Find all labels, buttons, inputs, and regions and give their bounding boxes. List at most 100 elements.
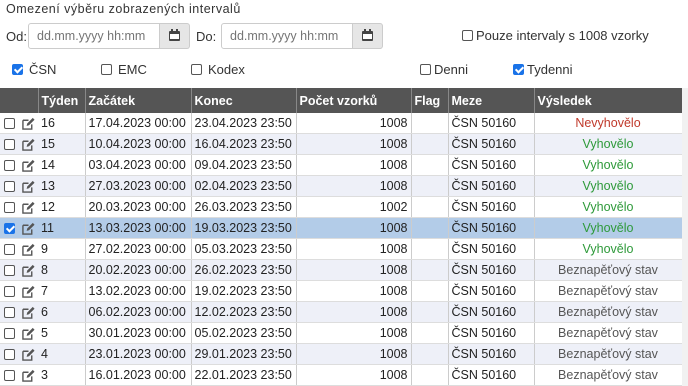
edit-icon[interactable] [21,284,35,298]
option-check[interactable] [191,64,202,75]
row-checkbox[interactable] [4,181,15,193]
cell-end: 16.04.2023 23:50 [191,133,297,155]
cell-result: Vyhovělo [534,133,683,155]
option-emc[interactable]: EMC [101,62,147,77]
row-checkbox[interactable] [4,202,15,214]
only-full-check[interactable] [462,30,473,41]
row-select-cell [0,175,18,197]
edit-icon[interactable] [21,263,35,277]
cell-end: 23.04.2023 23:50 [191,113,297,134]
cell-limit: ČSN 50160 [448,217,535,239]
cell-end: 19.02.2023 23:50 [191,280,297,302]
from-datetime-input[interactable] [28,23,160,49]
to-datetime-input[interactable] [221,23,353,49]
cell-end: 12.02.2023 23:50 [191,301,297,323]
row-select-cell [0,322,18,344]
cell-start: 27.02.2023 00:00 [85,238,192,260]
row-checkbox[interactable] [4,328,15,340]
option-label: Kodex [208,62,245,77]
cell-limit: ČSN 50160 [448,280,535,302]
cell-end: 02.04.2023 23:50 [191,175,297,197]
only-full-intervals-checkbox[interactable]: Pouze intervaly s 1008 vzorky [462,28,649,43]
edit-icon[interactable] [21,368,35,382]
option-kodex[interactable]: Kodex [191,62,245,77]
row-edit-cell [18,301,38,323]
cell-week: 9 [38,238,86,260]
table-row[interactable]: 8 20.02.2023 00:00 26.02.2023 23:50 1008 ČSN… [0,259,683,281]
row-edit-cell [18,238,38,260]
edit-icon[interactable] [21,326,35,340]
cell-flag [411,322,449,344]
edit-icon[interactable] [21,116,35,130]
cell-result: Vyhovělo [534,217,683,239]
cell-flag [411,343,449,365]
table-row[interactable]: 4 23.01.2023 00:00 29.01.2023 23:50 1008 ČSN… [0,343,683,365]
edit-icon[interactable] [21,137,35,151]
row-checkbox[interactable] [4,118,15,130]
table-row[interactable]: 9 27.02.2023 00:00 05.03.2023 23:50 1008 ČSN… [0,238,683,260]
edit-icon[interactable] [21,305,35,319]
edit-icon[interactable] [21,347,35,361]
cell-start: 23.01.2023 00:00 [85,343,192,365]
edit-icon[interactable] [21,158,35,172]
cell-week: 6 [38,301,86,323]
header-flag[interactable]: Flag [411,88,449,113]
to-calendar-button[interactable] [353,23,383,49]
header-limit[interactable]: Meze [448,88,535,113]
edit-icon[interactable] [21,242,35,256]
header-week[interactable]: Týden [38,88,86,113]
cell-start: 13.03.2023 00:00 [85,217,192,239]
cell-result: Beznapěťový stav [534,322,683,344]
table-row[interactable]: 7 13.02.2023 00:00 19.02.2023 23:50 1008 ČSN… [0,280,683,302]
row-checkbox[interactable] [4,286,15,298]
option-label: EMC [118,62,147,77]
table-row[interactable]: 15 10.04.2023 00:00 16.04.2023 23:50 1008 ČS… [0,133,683,155]
option-tydenni[interactable]: Tydenni [513,62,573,77]
row-checkbox[interactable] [4,244,15,256]
edit-icon[interactable] [21,179,35,193]
cell-week: 14 [38,154,86,176]
row-select-cell [0,133,18,155]
table-row[interactable]: 14 03.04.2023 00:00 09.04.2023 23:50 1008 ČS… [0,154,683,176]
cell-limit: ČSN 50160 [448,175,535,197]
cell-sample-count: 1008 [296,154,412,176]
header-start[interactable]: Začátek [85,88,192,113]
edit-icon[interactable] [21,200,35,214]
header-sample-count[interactable]: Počet vzorků [296,88,412,113]
option-denni[interactable]: Denni [420,62,468,77]
table-row[interactable]: 12 20.03.2023 00:00 26.03.2023 23:50 1002 ČS… [0,196,683,218]
option-check[interactable] [12,64,23,75]
row-checkbox[interactable] [4,265,15,277]
row-checkbox[interactable] [4,349,15,361]
row-edit-cell [18,113,38,134]
table-row[interactable]: 11 13.03.2023 00:00 19.03.2023 23:50 1008 ČS… [0,217,683,239]
header-end[interactable]: Konec [191,88,297,113]
row-checkbox[interactable] [4,160,15,172]
option-check[interactable] [513,64,524,75]
cell-flag [411,133,449,155]
table-row[interactable]: 16 17.04.2023 00:00 23.04.2023 23:50 1008 ČS… [0,113,683,134]
edit-icon[interactable] [21,221,35,235]
table-row[interactable]: 5 30.01.2023 00:00 05.02.2023 23:50 1008 ČSN… [0,322,683,344]
table-scrollbar[interactable] [682,88,688,386]
row-checkbox[interactable] [4,223,15,235]
cell-end: 05.03.2023 23:50 [191,238,297,260]
row-checkbox[interactable] [4,307,15,319]
header-result[interactable]: Výsledek [534,88,683,113]
table-row[interactable]: 3 16.01.2023 00:00 22.01.2023 23:50 1008 ČSN… [0,364,683,386]
row-select-cell [0,217,18,239]
row-checkbox[interactable] [4,139,15,151]
row-checkbox[interactable] [4,370,15,382]
cell-flag [411,196,449,218]
header-select [0,88,18,113]
cell-week: 4 [38,343,86,365]
table-row[interactable]: 6 06.02.2023 00:00 12.02.2023 23:50 1008 ČSN… [0,301,683,323]
row-edit-cell [18,217,38,239]
cell-result: Nevyhovělo [534,113,683,134]
option-check[interactable] [101,64,112,75]
cell-start: 20.02.2023 00:00 [85,259,192,281]
option-check[interactable] [420,64,431,75]
from-calendar-button[interactable] [160,23,190,49]
option-csn[interactable]: ČSN [12,62,56,77]
table-row[interactable]: 13 27.03.2023 00:00 02.04.2023 23:50 1008 ČS… [0,175,683,197]
